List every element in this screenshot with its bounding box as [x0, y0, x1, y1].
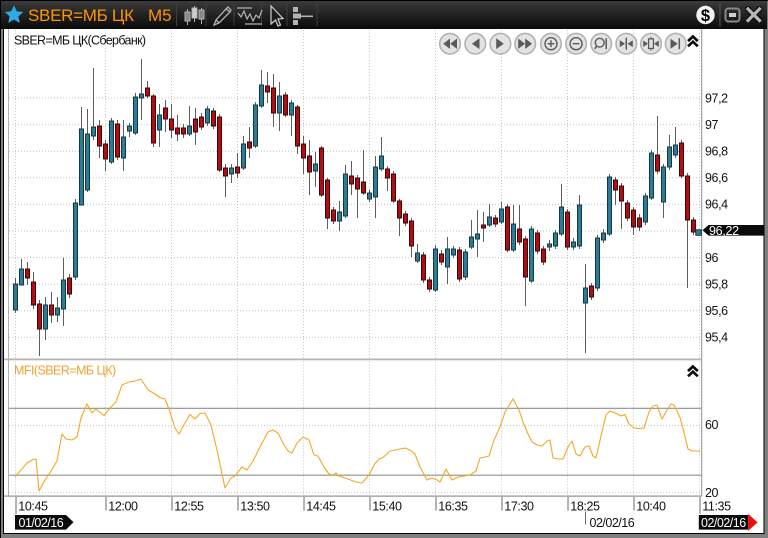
svg-text:SBER=МБ ЦК(Сбербанк): SBER=МБ ЦК(Сбербанк) [14, 34, 146, 48]
svg-text:11:35: 11:35 [702, 499, 731, 513]
svg-text:13:50: 13:50 [240, 499, 270, 513]
svg-text:97: 97 [705, 118, 719, 132]
svg-text:96,6: 96,6 [705, 171, 728, 185]
svg-text:M5: M5 [148, 6, 172, 25]
svg-text:01/02/16: 01/02/16 [19, 516, 64, 530]
svg-text:10:40: 10:40 [636, 499, 666, 513]
svg-text:95,8: 95,8 [705, 278, 728, 292]
svg-text:MFI(SBER=МБ ЦК): MFI(SBER=МБ ЦК) [14, 364, 116, 378]
svg-text:18:25: 18:25 [570, 499, 600, 513]
svg-text:02/02/16: 02/02/16 [701, 516, 746, 530]
svg-text:96,4: 96,4 [705, 198, 728, 212]
svg-text:14:45: 14:45 [306, 499, 336, 513]
svg-text:20: 20 [705, 486, 719, 500]
svg-text:60: 60 [705, 418, 719, 432]
svg-text:12:55: 12:55 [174, 499, 204, 513]
svg-text:96,8: 96,8 [705, 145, 728, 159]
svg-text:16:35: 16:35 [438, 499, 468, 513]
svg-text:96: 96 [705, 251, 719, 265]
svg-text:17:30: 17:30 [504, 499, 534, 513]
svg-text:10:45: 10:45 [18, 499, 48, 513]
svg-text:02/02/16: 02/02/16 [590, 516, 635, 530]
svg-text:96,22: 96,22 [709, 224, 739, 238]
svg-text:$: $ [701, 7, 710, 25]
svg-text:95,4: 95,4 [705, 331, 728, 345]
svg-text:95,6: 95,6 [705, 304, 728, 318]
svg-text:SBER=МБ ЦК: SBER=МБ ЦК [28, 6, 134, 25]
svg-text:12:00: 12:00 [108, 499, 138, 513]
svg-text:15:40: 15:40 [372, 499, 402, 513]
svg-text:97,2: 97,2 [705, 91, 728, 105]
